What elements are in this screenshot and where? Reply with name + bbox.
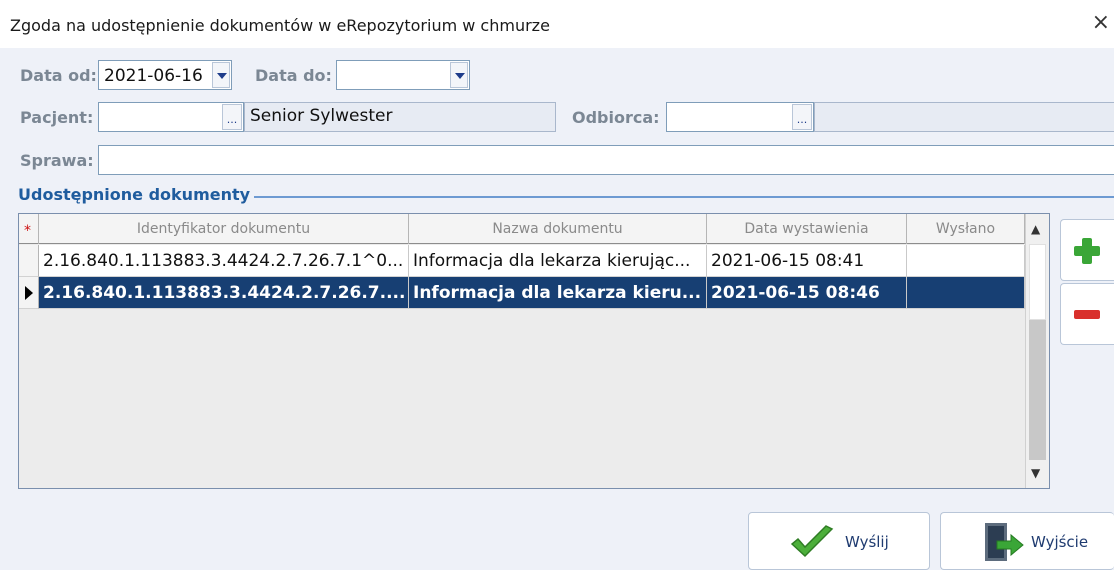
new-row-star-icon: * <box>24 223 31 239</box>
column-header-id[interactable]: Identyfikator dokumentu <box>39 214 409 244</box>
patient-name-value: Senior Sylwester <box>250 106 393 126</box>
column-header-date[interactable]: Data wystawienia <box>707 214 907 244</box>
table-row[interactable]: 2.16.840.1.113883.3.4424.2.7.26.7.1^0...… <box>19 245 1025 277</box>
cell-name: Informacja dla lekarza kierując... <box>409 245 707 277</box>
send-button[interactable]: Wyślij <box>748 512 930 570</box>
date-to-label: Data do: <box>255 66 332 85</box>
row-indicator <box>19 277 39 309</box>
date-to-field[interactable] <box>336 60 470 90</box>
cell-date: 2021-06-15 08:46 <box>707 277 907 309</box>
recipient-name-field <box>814 102 1114 132</box>
title-bar: Zgoda na udostępnienie dokumentów w eRep… <box>0 0 1114 48</box>
patient-lookup-button[interactable]: ... <box>222 104 242 130</box>
scroll-up-icon[interactable]: ▲ <box>1031 222 1040 236</box>
exit-label: Wyjście <box>1031 533 1089 551</box>
scroll-down-icon[interactable]: ▼ <box>1031 466 1040 480</box>
exit-door-icon <box>985 523 1024 561</box>
send-label: Wyślij <box>845 533 889 551</box>
patient-name-field: Senior Sylwester <box>244 102 556 132</box>
exit-button[interactable]: Wyjście <box>940 512 1114 570</box>
plus-icon-vertical <box>1082 238 1092 264</box>
date-from-dropdown-icon[interactable] <box>212 62 230 88</box>
cell-id: 2.16.840.1.113883.3.4424.2.7.26.7.1^0... <box>39 245 409 277</box>
case-field[interactable] <box>98 145 1114 175</box>
recipient-code-field[interactable]: ... <box>666 102 814 132</box>
patient-code-field[interactable]: ... <box>98 102 244 132</box>
date-to-dropdown-icon[interactable] <box>450 62 468 88</box>
date-from-field[interactable]: 2021-06-16 <box>98 60 232 90</box>
documents-grid[interactable]: * Identyfikator dokumentu Nazwa dokument… <box>18 213 1050 489</box>
checkmark-icon <box>790 525 834 558</box>
current-row-arrow-icon <box>25 286 33 300</box>
cell-sent <box>907 277 1025 309</box>
column-header-sent[interactable]: Wysłano <box>907 214 1025 244</box>
table-row-selected[interactable]: 2.16.840.1.113883.3.4424.2.7.26.7.... In… <box>19 277 1025 309</box>
recipient-lookup-button[interactable]: ... <box>792 104 812 130</box>
column-header-name[interactable]: Nazwa dokumentu <box>409 214 707 244</box>
scroll-track[interactable] <box>1029 320 1046 460</box>
vertical-scrollbar[interactable]: ▲ ▼ <box>1025 214 1049 488</box>
patient-label: Pacjent: <box>20 108 94 127</box>
window-title: Zgoda na udostępnienie dokumentów w eRep… <box>10 16 550 35</box>
case-label: Sprawa: <box>20 151 94 170</box>
cell-date: 2021-06-15 08:41 <box>707 245 907 277</box>
row-indicator <box>19 245 39 277</box>
date-from-value: 2021-06-16 <box>104 66 203 86</box>
close-icon[interactable]: × <box>1092 11 1110 35</box>
grid-header: * Identyfikator dokumentu Nazwa dokument… <box>19 214 1025 244</box>
cell-name: Informacja dla lekarza kieru... <box>409 277 707 309</box>
date-from-label: Data od: <box>20 66 97 85</box>
recipient-label: Odbiorca: <box>572 108 660 127</box>
cell-sent <box>907 245 1025 277</box>
minus-icon <box>1074 310 1100 319</box>
cell-id: 2.16.840.1.113883.3.4424.2.7.26.7.... <box>39 277 409 309</box>
new-row-indicator-header: * <box>19 214 39 244</box>
shared-documents-title: Udostępnione dokumenty <box>18 185 255 204</box>
scroll-thumb[interactable] <box>1029 244 1046 320</box>
remove-document-button[interactable] <box>1060 283 1114 345</box>
add-document-button[interactable] <box>1060 219 1114 281</box>
